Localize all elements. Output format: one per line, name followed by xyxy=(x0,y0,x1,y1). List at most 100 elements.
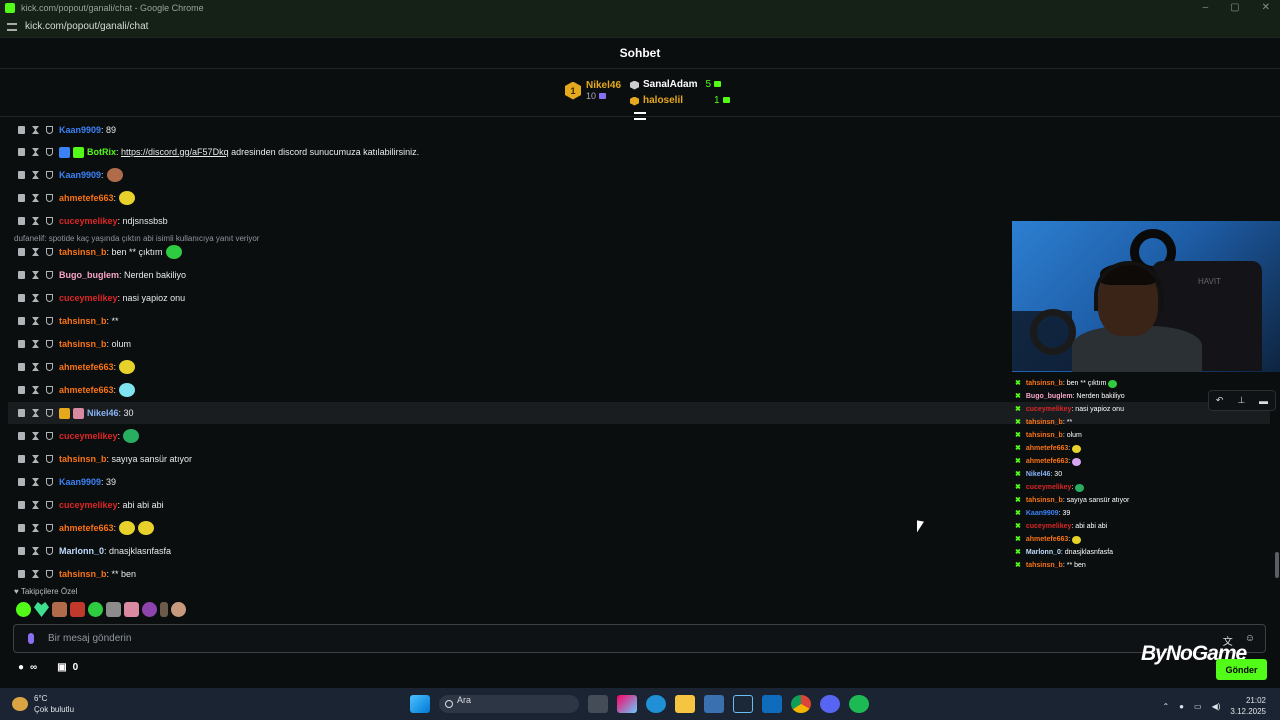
leaderboard-row[interactable]: haloselil 1 xyxy=(630,93,730,109)
clock[interactable]: 21:02 3.12.2025 xyxy=(1230,695,1266,717)
chat-message[interactable]: ahmetefe663: xyxy=(0,379,1010,401)
chat-message[interactable]: Marlonn_0: dnasjklasnfasfa xyxy=(0,540,1010,562)
chat-message[interactable]: tahsinsn_b: ** xyxy=(0,310,1010,332)
message-username[interactable]: cuceymelikey xyxy=(59,293,118,303)
file-explorer-icon[interactable] xyxy=(675,695,695,713)
ban-icon[interactable] xyxy=(46,148,53,156)
gift-stat-icon[interactable]: ▣ xyxy=(57,662,66,673)
volume-icon[interactable]: ◀) xyxy=(1212,702,1221,711)
chat-message[interactable]: cuceymelikey: abi abi abi xyxy=(0,494,1010,516)
chat-message[interactable]: ahmetefe663: xyxy=(0,356,1010,378)
delete-message-icon[interactable] xyxy=(18,317,25,325)
ban-icon[interactable] xyxy=(46,171,53,179)
timeout-icon[interactable] xyxy=(32,501,39,509)
ban-icon[interactable] xyxy=(46,271,53,279)
delete-message-icon[interactable] xyxy=(18,340,25,348)
delete-message-icon[interactable] xyxy=(18,294,25,302)
green-emote-icon[interactable] xyxy=(165,245,182,259)
chat-message[interactable]: Kaan9909: 39 xyxy=(0,471,1010,493)
chat-scrollbar[interactable] xyxy=(1275,552,1279,578)
address-bar[interactable]: kick.com/popout/ganali/chat xyxy=(0,16,1280,38)
message-username[interactable]: ahmetefe663 xyxy=(59,362,114,372)
delete-message-icon[interactable] xyxy=(18,524,25,532)
message-username[interactable]: Marlonn_0 xyxy=(59,546,104,556)
delete-message-icon[interactable] xyxy=(18,386,25,394)
delete-message-icon[interactable] xyxy=(18,409,25,417)
close-icon[interactable]: ✕ xyxy=(1262,2,1270,13)
yellow-emote-icon[interactable] xyxy=(138,521,155,535)
timeout-icon[interactable] xyxy=(32,126,39,134)
ban-icon[interactable] xyxy=(46,217,53,225)
message-username[interactable]: ahmetefe663 xyxy=(59,523,114,533)
timeout-icon[interactable] xyxy=(32,294,39,302)
yellow-emote-icon[interactable] xyxy=(119,191,136,205)
spotify-icon[interactable] xyxy=(849,695,869,713)
chat-message[interactable]: BotRix: https://discord.gg/aF57Dkq adres… xyxy=(0,141,1010,163)
message-username[interactable]: ahmetefe663 xyxy=(59,193,114,203)
timeout-icon[interactable] xyxy=(32,455,39,463)
ban-icon[interactable] xyxy=(46,363,53,371)
ban-icon[interactable] xyxy=(46,294,53,302)
delete-message-icon[interactable] xyxy=(18,432,25,440)
task-view-icon[interactable] xyxy=(588,695,608,713)
message-link[interactable]: https://discord.gg/aF57Dkq xyxy=(121,147,229,157)
delete-message-icon[interactable] xyxy=(18,478,25,486)
chrome-icon[interactable] xyxy=(791,695,811,713)
timeout-icon[interactable] xyxy=(32,271,39,279)
chat-message[interactable]: Bugo_buglem: Nerden bakiliyo xyxy=(0,264,1010,286)
minimize-icon[interactable]: – xyxy=(1203,2,1209,13)
chat-message[interactable]: cuceymelikey: ndjsnssbsb xyxy=(0,210,1010,232)
outlook-icon[interactable] xyxy=(762,695,782,713)
message-username[interactable]: cuceymelikey xyxy=(59,216,118,226)
delete-message-icon[interactable] xyxy=(18,171,25,179)
frog-emote-icon[interactable] xyxy=(88,602,103,617)
reply-icon[interactable]: ↶ xyxy=(1216,395,1224,406)
message-username[interactable]: Kaan9909 xyxy=(59,125,101,135)
chevron-up-icon[interactable]: ⌃ xyxy=(1162,702,1169,711)
ban-icon[interactable] xyxy=(46,570,53,578)
heart-emote-icon[interactable] xyxy=(34,602,49,617)
message-username[interactable]: Nikel46 xyxy=(87,408,119,418)
message-username[interactable]: cuceymelikey xyxy=(59,431,118,441)
purple-emote-icon[interactable] xyxy=(142,602,157,617)
figure-emote-icon[interactable] xyxy=(160,602,168,617)
delete-message-icon[interactable] xyxy=(18,248,25,256)
message-username[interactable]: BotRix xyxy=(87,147,116,157)
delete-message-icon[interactable] xyxy=(18,570,25,578)
url-text[interactable]: kick.com/popout/ganali/chat xyxy=(25,21,148,32)
message-username[interactable]: Kaan9909 xyxy=(59,170,101,180)
message-username[interactable]: cuceymelikey xyxy=(59,500,118,510)
ban-icon[interactable] xyxy=(46,432,53,440)
mic-icon[interactable] xyxy=(28,633,34,644)
chat-message[interactable]: tahsinsn_b: sayıya sansür atıyor xyxy=(0,448,1010,470)
blue-emote-icon[interactable] xyxy=(119,383,136,397)
ban-icon[interactable] xyxy=(46,501,53,509)
emote-icon[interactable] xyxy=(16,602,31,617)
steam-icon[interactable] xyxy=(733,695,753,713)
send-button[interactable]: Gönder xyxy=(1216,659,1267,680)
timeout-icon[interactable] xyxy=(32,363,39,371)
ban-icon[interactable] xyxy=(46,524,53,532)
site-settings-icon[interactable] xyxy=(7,22,17,31)
chat-message[interactable]: tahsinsn_b: olum xyxy=(0,333,1010,355)
ban-icon[interactable] xyxy=(46,547,53,555)
message-composer[interactable]: Bir mesaj gönderin 文 ☺ xyxy=(13,624,1266,653)
cat-emote-icon[interactable] xyxy=(106,602,121,617)
ban-icon[interactable] xyxy=(46,194,53,202)
ban-icon[interactable] xyxy=(46,248,53,256)
chat-message[interactable]: ahmetefe663: xyxy=(0,517,1010,539)
timeout-icon[interactable] xyxy=(32,148,39,156)
timeout-icon[interactable] xyxy=(32,217,39,225)
points-icon[interactable]: ● xyxy=(18,662,24,673)
delete-message-icon[interactable] xyxy=(18,501,25,509)
timeout-icon[interactable] xyxy=(32,570,39,578)
ban-icon[interactable] xyxy=(46,126,53,134)
message-username[interactable]: tahsinsn_b xyxy=(59,339,107,349)
timeout-icon[interactable] xyxy=(32,409,39,417)
message-input-placeholder[interactable]: Bir mesaj gönderin xyxy=(48,633,131,644)
timeout-icon[interactable] xyxy=(32,194,39,202)
edge-icon[interactable] xyxy=(646,695,666,713)
timeout-icon[interactable] xyxy=(32,432,39,440)
display-icon[interactable]: ▭ xyxy=(1194,702,1202,711)
ban-icon[interactable] xyxy=(46,455,53,463)
